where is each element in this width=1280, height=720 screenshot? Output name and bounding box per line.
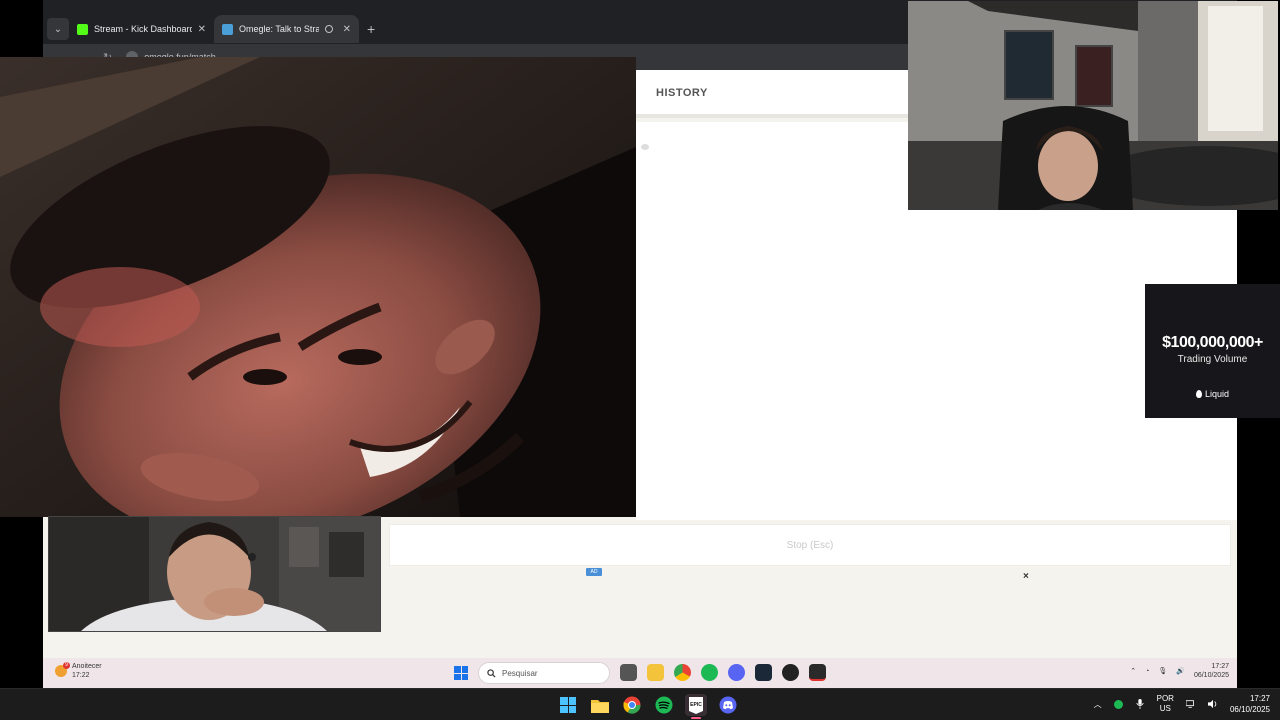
sponsor-amount: $100,000,000+: [1162, 334, 1263, 351]
discord-icon[interactable]: [728, 664, 745, 681]
wifi-icon[interactable]: ◔: [1145, 668, 1149, 675]
chrome-button[interactable]: [621, 694, 643, 716]
chrome-icon: [623, 696, 641, 714]
clock-date: 06/10/2025: [1229, 705, 1270, 714]
status-dot-icon[interactable]: [1113, 699, 1123, 709]
liquid-drop-icon: [1195, 390, 1202, 398]
stop-button[interactable]: Stop (Esc): [389, 524, 1231, 566]
second-webcam: [48, 516, 381, 632]
weather-time: 17:22: [72, 672, 90, 679]
tab-kick-dashboard[interactable]: Stream - Kick Dashboard ✕: [69, 15, 214, 43]
inner-clock-time: 17:27: [1211, 663, 1229, 670]
stranger-video: [0, 57, 636, 517]
spotify-button[interactable]: [653, 694, 675, 716]
discord-button[interactable]: [717, 694, 739, 716]
chevron-up-icon[interactable]: ⌃: [1130, 667, 1136, 675]
second-webcam-frame: [49, 517, 380, 631]
clock[interactable]: 17:27 06/10/2025: [1230, 693, 1270, 715]
new-tab-button[interactable]: +: [367, 21, 375, 37]
language-bottom: US: [1159, 704, 1171, 713]
inner-taskbar: 9 Anoitecer 17:22 Pesquisar ⌃ ◔ 🎙 🔊 17:2…: [43, 658, 1237, 688]
sponsor-brand: Liquid: [1195, 389, 1230, 399]
inner-taskbar-apps: [620, 664, 826, 681]
svg-text:EPIC: EPIC: [690, 702, 702, 708]
weather-icon: 9: [55, 662, 70, 677]
file-explorer-icon[interactable]: [647, 664, 664, 681]
windows-logo-icon: [560, 697, 576, 713]
taskbar-apps: EPIC: [557, 694, 739, 719]
tab-strip: ⌄ Stream - Kick Dashboard ✕ Omegle: Talk…: [43, 14, 375, 44]
tab-close-icon[interactable]: ✕: [343, 24, 351, 35]
obs-icon[interactable]: [782, 664, 799, 681]
inner-system-tray: ⌃ ◔ 🎙 🔊 17:27 06/10/2025: [1130, 662, 1229, 680]
microphone-icon[interactable]: 🎙: [1158, 667, 1167, 675]
sponsor-brand-label: Liquid: [1204, 389, 1230, 399]
file-explorer-button[interactable]: [589, 694, 611, 716]
spotify-icon: [655, 696, 673, 714]
omegle-favicon-icon: [222, 23, 233, 35]
chrome-icon[interactable]: [674, 664, 691, 681]
clock-time: 17:27: [1249, 694, 1270, 703]
start-button[interactable]: [557, 694, 579, 716]
tab-omegle[interactable]: Omegle: Talk to Strangers ✕: [214, 15, 359, 43]
windows-taskbar: EPIC ︿ POR US 17:27 06/10/2025: [0, 688, 1280, 720]
spotify-icon[interactable]: [701, 664, 718, 681]
tab-close-icon[interactable]: ✕: [198, 24, 206, 35]
sponsor-panel: $100,000,000+ Trading Volume Liquid: [1145, 284, 1280, 418]
tab-search-button[interactable]: ⌄: [47, 18, 69, 40]
language-top: POR: [1156, 694, 1174, 703]
kick-favicon-icon: [77, 23, 88, 35]
inner-search-box[interactable]: Pesquisar: [478, 662, 610, 684]
steam-icon[interactable]: [755, 664, 772, 681]
epic-games-icon: EPIC: [689, 696, 703, 714]
tab-title: Omegle: Talk to Strangers: [239, 24, 319, 34]
weather-title: Anoitecer: [72, 663, 102, 670]
history-tab[interactable]: HISTORY: [656, 87, 708, 99]
task-view-icon[interactable]: [620, 664, 637, 681]
inner-start-icon[interactable]: [454, 666, 468, 680]
notification-badge: 9: [63, 662, 70, 669]
search-icon: [487, 668, 496, 678]
search-placeholder: Pesquisar: [502, 668, 538, 678]
folder-icon: [591, 699, 609, 713]
inner-clock[interactable]: 17:27 06/10/2025: [1194, 662, 1229, 680]
stranger-video-frame: [0, 57, 636, 517]
sponsor-subtitle: Trading Volume: [1177, 354, 1248, 365]
epic-games-button[interactable]: EPIC: [685, 694, 707, 719]
ad-close-button[interactable]: ×: [1023, 571, 1029, 582]
weather-widget[interactable]: 9 Anoitecer 17:22: [55, 662, 102, 680]
chevron-up-icon[interactable]: ︿: [1094, 699, 1102, 710]
inner-clock-date: 06/10/2025: [1193, 672, 1229, 679]
ad-badge: AD: [586, 568, 602, 576]
language-indicator[interactable]: POR US: [1157, 694, 1174, 714]
volume-icon[interactable]: [1207, 699, 1218, 709]
typing-indicator-icon: [641, 144, 649, 150]
streamer-webcam: [908, 1, 1278, 210]
recording-icon: [324, 25, 333, 33]
epic-games-icon[interactable]: [809, 664, 826, 681]
stream-screen: ⌄ Stream - Kick Dashboard ✕ Omegle: Talk…: [0, 0, 1280, 720]
volume-icon[interactable]: 🔊: [1176, 667, 1185, 675]
stop-label: Stop (Esc): [786, 539, 834, 551]
streamer-webcam-frame: [908, 1, 1278, 210]
discord-icon: [719, 696, 737, 714]
network-icon[interactable]: [1185, 699, 1196, 709]
system-tray: ︿ POR US 17:27 06/10/2025: [1094, 693, 1270, 715]
tab-title: Stream - Kick Dashboard: [94, 24, 192, 34]
microphone-icon[interactable]: [1135, 699, 1145, 709]
